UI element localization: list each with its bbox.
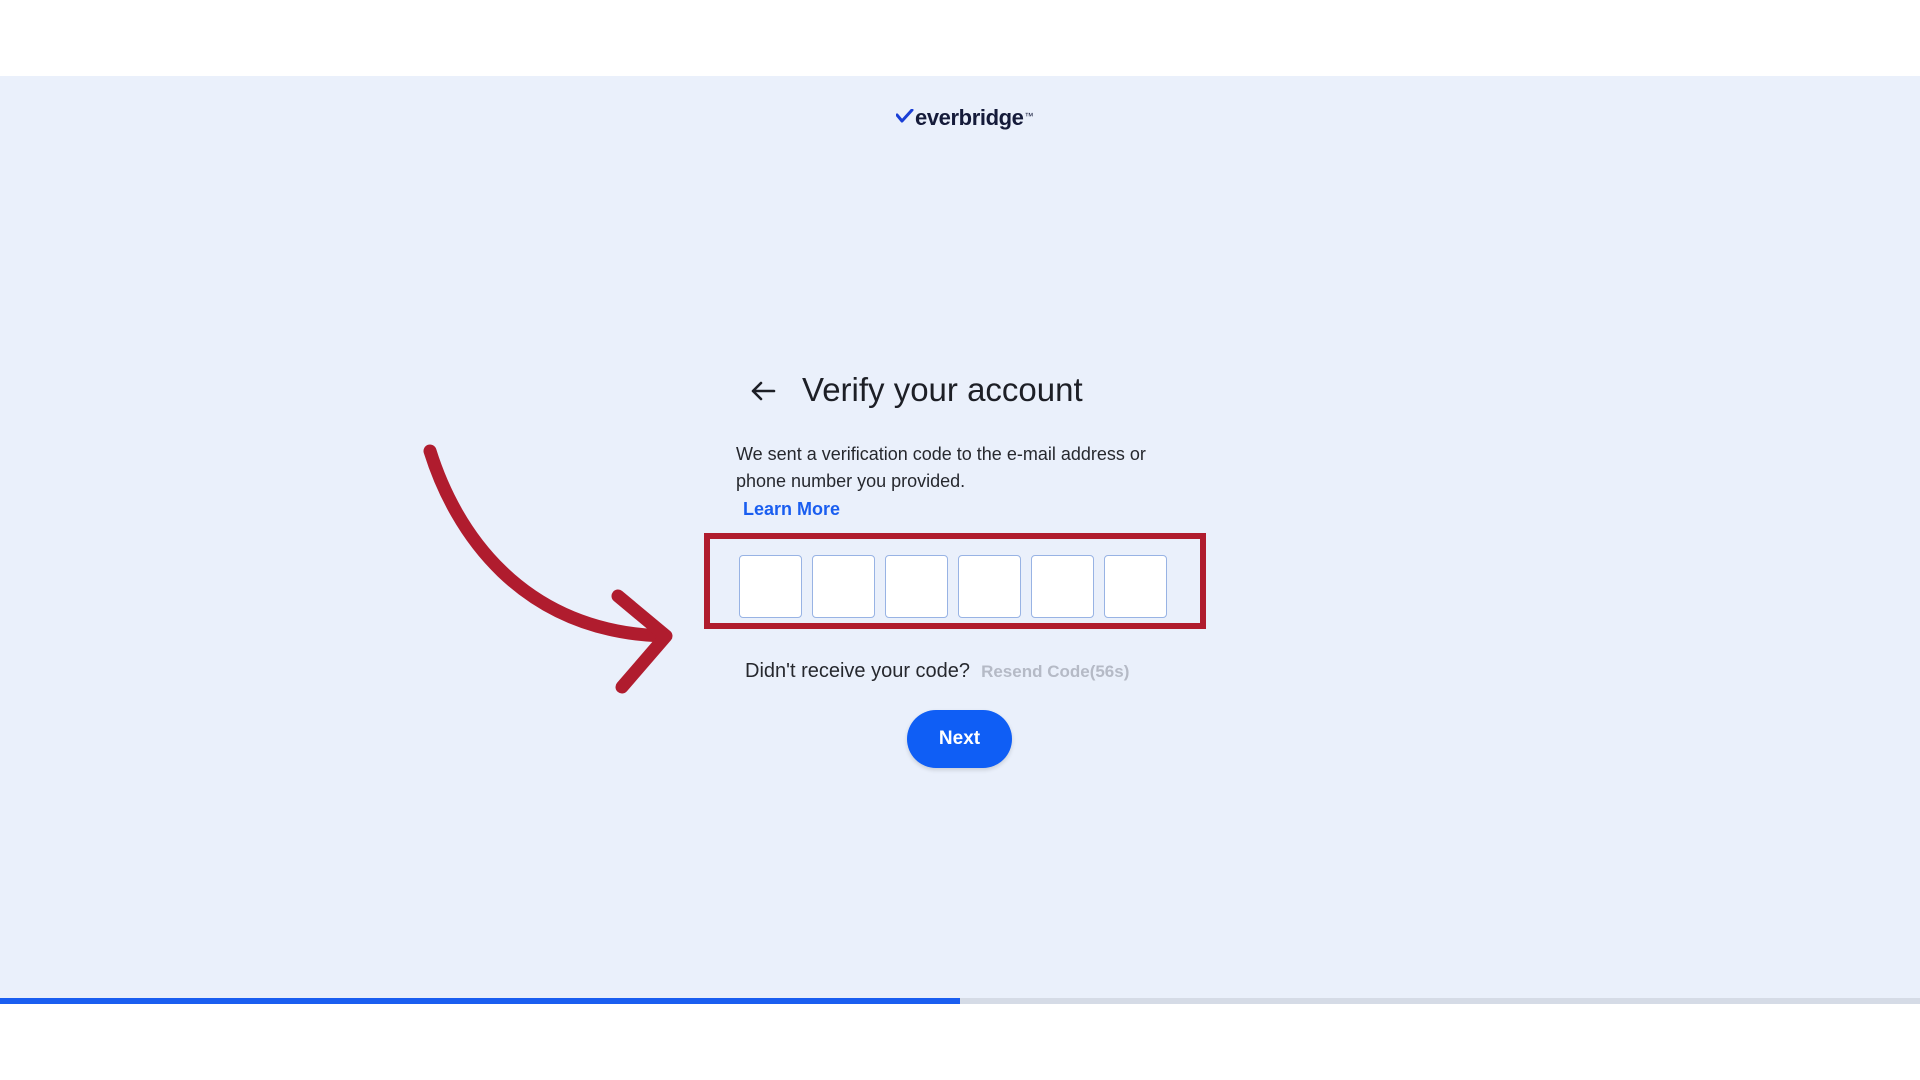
- progress-bar: [0, 998, 1920, 1004]
- resend-row: Didn't receive your code? Resend Code(56…: [745, 660, 1129, 683]
- progress-fill: [0, 998, 960, 1004]
- logo-trademark: ™: [1024, 111, 1034, 121]
- annotation-highlight-box: [704, 533, 1206, 629]
- page-title: Verify your account: [802, 371, 1083, 408]
- next-button[interactable]: Next: [907, 710, 1012, 768]
- resend-question: Didn't receive your code?: [745, 660, 971, 682]
- curved-arrow-icon: [423, 444, 673, 694]
- login-page: everbridge ™ Verify your account We sent…: [0, 76, 1920, 1004]
- back-button[interactable]: [746, 374, 780, 408]
- verification-description: We sent a verification code to the e-mai…: [736, 444, 1146, 491]
- logo-text: everbridge: [915, 105, 1024, 130]
- learn-more-link[interactable]: Learn More: [743, 499, 840, 520]
- resend-code-link[interactable]: Resend Code(56s): [981, 662, 1129, 682]
- everbridge-logo: everbridge ™: [896, 103, 1034, 133]
- arrow-left-icon: [751, 381, 776, 401]
- checkmark-swoosh-icon: [896, 109, 914, 123]
